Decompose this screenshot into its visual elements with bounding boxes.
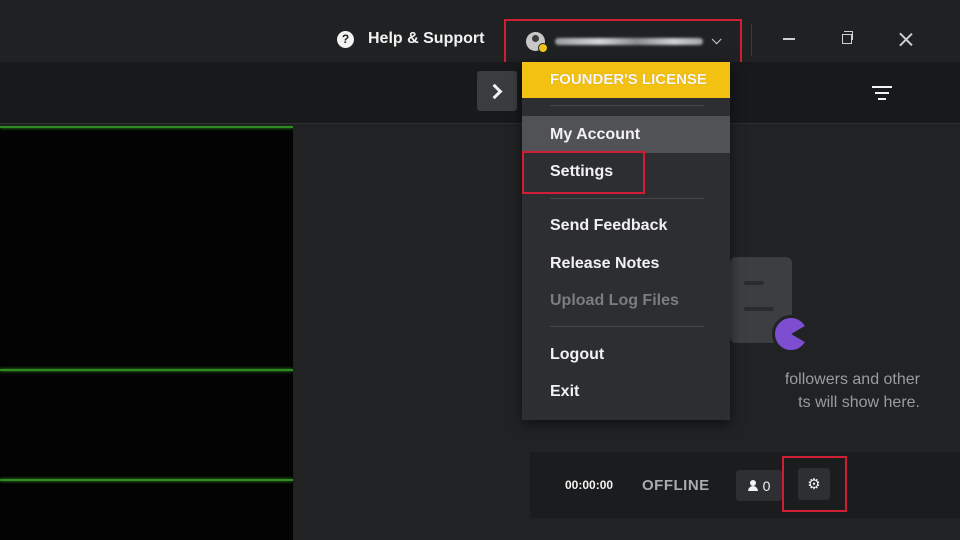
title-bar: ? Help & Support [0, 0, 960, 64]
menu-item-my-account[interactable]: My Account [522, 116, 730, 153]
minimize-icon [783, 38, 795, 40]
avatar-icon [526, 32, 548, 53]
chevron-right-icon [486, 83, 502, 99]
menu-item-release-notes[interactable]: Release Notes [522, 245, 730, 282]
expand-panel-button[interactable] [477, 71, 517, 111]
stream-preview [0, 126, 293, 540]
viewer-count-button[interactable]: 0 [736, 470, 782, 501]
pac-illustration [772, 315, 810, 353]
filter-icon-line [878, 98, 886, 100]
filter-icon-line [875, 92, 889, 94]
preview-line [0, 126, 293, 128]
menu-divider [550, 105, 704, 106]
menu-divider [550, 198, 704, 199]
viewer-count: 0 [762, 477, 771, 494]
person-icon [747, 480, 758, 491]
titlebar-divider [751, 24, 752, 56]
menu-item-upload-log-files: Upload Log Files [550, 292, 679, 309]
redacted-username [555, 38, 703, 45]
restore-button[interactable] [834, 26, 860, 52]
filter-button[interactable] [872, 86, 892, 102]
help-support-button[interactable]: ? Help & Support [337, 30, 484, 48]
filter-icon [872, 86, 892, 88]
stream-status: OFFLINE [642, 477, 710, 494]
menu-item-settings[interactable]: Settings [522, 153, 730, 190]
account-menu: FOUNDER'S LICENSE My Account Settings Se… [522, 62, 730, 420]
preview-line [0, 369, 293, 371]
menu-item-exit[interactable]: Exit [522, 373, 730, 410]
minimize-button[interactable] [776, 26, 802, 52]
gear-icon[interactable]: ⚙ [798, 468, 830, 500]
founders-license-item[interactable]: FOUNDER'S LICENSE [522, 62, 730, 98]
close-icon [899, 32, 913, 46]
menu-item-logout[interactable]: Logout [522, 336, 730, 373]
chevron-down-icon [711, 34, 722, 45]
menu-item-send-feedback[interactable]: Send Feedback [522, 207, 730, 244]
account-dropdown-button[interactable] [504, 19, 742, 64]
stream-timer: 00:00:00 [565, 478, 614, 492]
menu-divider [550, 326, 704, 327]
center-panel [293, 126, 530, 540]
license-label: FOUNDER'S LICENSE [550, 71, 707, 88]
close-button[interactable] [893, 26, 919, 52]
preview-line [0, 479, 293, 481]
restore-icon [842, 31, 853, 44]
help-support-label: Help & Support [368, 30, 485, 47]
help-icon: ? [337, 30, 354, 48]
